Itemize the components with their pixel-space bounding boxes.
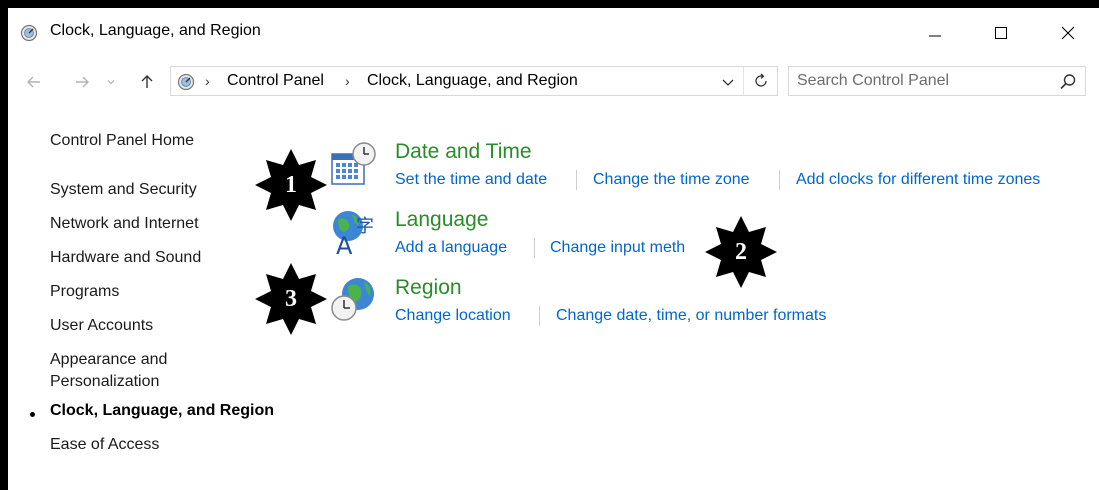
category-date-and-time[interactable]: Date and Time [395, 140, 532, 164]
marker-label: 3 [285, 285, 297, 312]
breadcrumb-separator-icon: › [345, 73, 350, 89]
breadcrumb-control-panel[interactable]: Control Panel [227, 72, 324, 90]
search-box[interactable] [788, 66, 1086, 96]
calendar-clock-icon[interactable] [330, 140, 378, 188]
link-separator [539, 306, 540, 326]
link-set-time-and-date[interactable]: Set the time and date [395, 171, 547, 189]
category-region[interactable]: Region [395, 276, 462, 300]
sidebar-item-ease-of-access[interactable]: Ease of Access [50, 434, 159, 456]
refresh-button[interactable] [743, 67, 778, 95]
sidebar-item-hardware-and-sound[interactable]: Hardware and Sound [50, 247, 201, 269]
link-separator [779, 170, 780, 190]
sidebar-item-system-and-security[interactable]: System and Security [50, 179, 197, 201]
back-button[interactable] [24, 72, 44, 92]
category-language[interactable]: Language [395, 208, 488, 232]
sidebar-item-programs[interactable]: Programs [50, 281, 119, 303]
marker-label: 1 [285, 171, 297, 198]
link-change-formats[interactable]: Change date, time, or number formats [556, 307, 826, 325]
address-bar[interactable]: › Control Panel › Clock, Language, and R… [170, 66, 778, 96]
annotation-marker-2: 2 [703, 214, 779, 290]
annotation-marker-3: 3 [253, 261, 329, 337]
svg-text:A: A [336, 232, 353, 256]
maximize-icon [995, 27, 1007, 39]
language-globe-icon[interactable]: 字 A [330, 208, 378, 260]
link-separator [534, 238, 535, 258]
sidebar-item-clock-language-region: Clock, Language, and Region [50, 402, 275, 419]
minimize-button[interactable] [912, 18, 958, 48]
chevron-down-icon [107, 80, 115, 85]
maximize-button[interactable] [978, 18, 1024, 48]
search-icon[interactable] [1059, 73, 1077, 91]
marker-label: 2 [735, 238, 747, 265]
sidebar-item-user-accounts[interactable]: User Accounts [50, 315, 153, 337]
link-add-clocks[interactable]: Add clocks for different time zones [796, 171, 1040, 189]
window-title: Clock, Language, and Region [50, 22, 261, 39]
sidebar-item-network-and-internet[interactable]: Network and Internet [50, 213, 199, 235]
navigation-bar: › Control Panel › Clock, Language, and R… [8, 62, 1099, 102]
chevron-down-icon [722, 79, 734, 86]
link-add-language[interactable]: Add a language [395, 239, 507, 257]
search-input[interactable] [797, 70, 1047, 92]
address-dropdown-button[interactable] [719, 73, 737, 91]
close-button[interactable] [1045, 18, 1091, 48]
annotation-marker-1: 1 [253, 147, 329, 223]
up-button[interactable] [137, 72, 157, 92]
minimize-icon [929, 35, 941, 37]
sidebar-item-appearance-line-1[interactable]: Appearance and [50, 349, 167, 371]
link-separator [576, 170, 577, 190]
svg-text:字: 字 [356, 216, 374, 237]
up-arrow-icon [141, 75, 153, 88]
breadcrumb-separator-icon: › [205, 73, 210, 89]
link-change-time-zone[interactable]: Change the time zone [593, 171, 750, 189]
control-panel-app-icon [20, 24, 38, 42]
recent-locations-button[interactable] [105, 72, 117, 92]
sidebar-item-appearance-line-2[interactable]: Personalization [50, 371, 159, 393]
control-panel-window: Clock, Language, and Region › Control Pa… [8, 8, 1099, 490]
forward-arrow-icon [76, 76, 89, 88]
link-change-input-methods[interactable]: Change input meth [550, 239, 685, 257]
refresh-icon [755, 73, 767, 87]
close-icon [1061, 26, 1075, 40]
forward-button[interactable] [72, 72, 92, 92]
current-item-bullet-icon [30, 412, 35, 417]
link-change-location[interactable]: Change location [395, 307, 511, 325]
control-panel-location-icon [177, 73, 195, 91]
globe-clock-icon[interactable] [330, 276, 378, 324]
sidebar-item-control-panel-home[interactable]: Control Panel Home [50, 130, 194, 152]
title-bar: Clock, Language, and Region [8, 8, 1099, 54]
breadcrumb-clock-language-region[interactable]: Clock, Language, and Region [367, 72, 578, 90]
back-arrow-icon [27, 76, 40, 88]
